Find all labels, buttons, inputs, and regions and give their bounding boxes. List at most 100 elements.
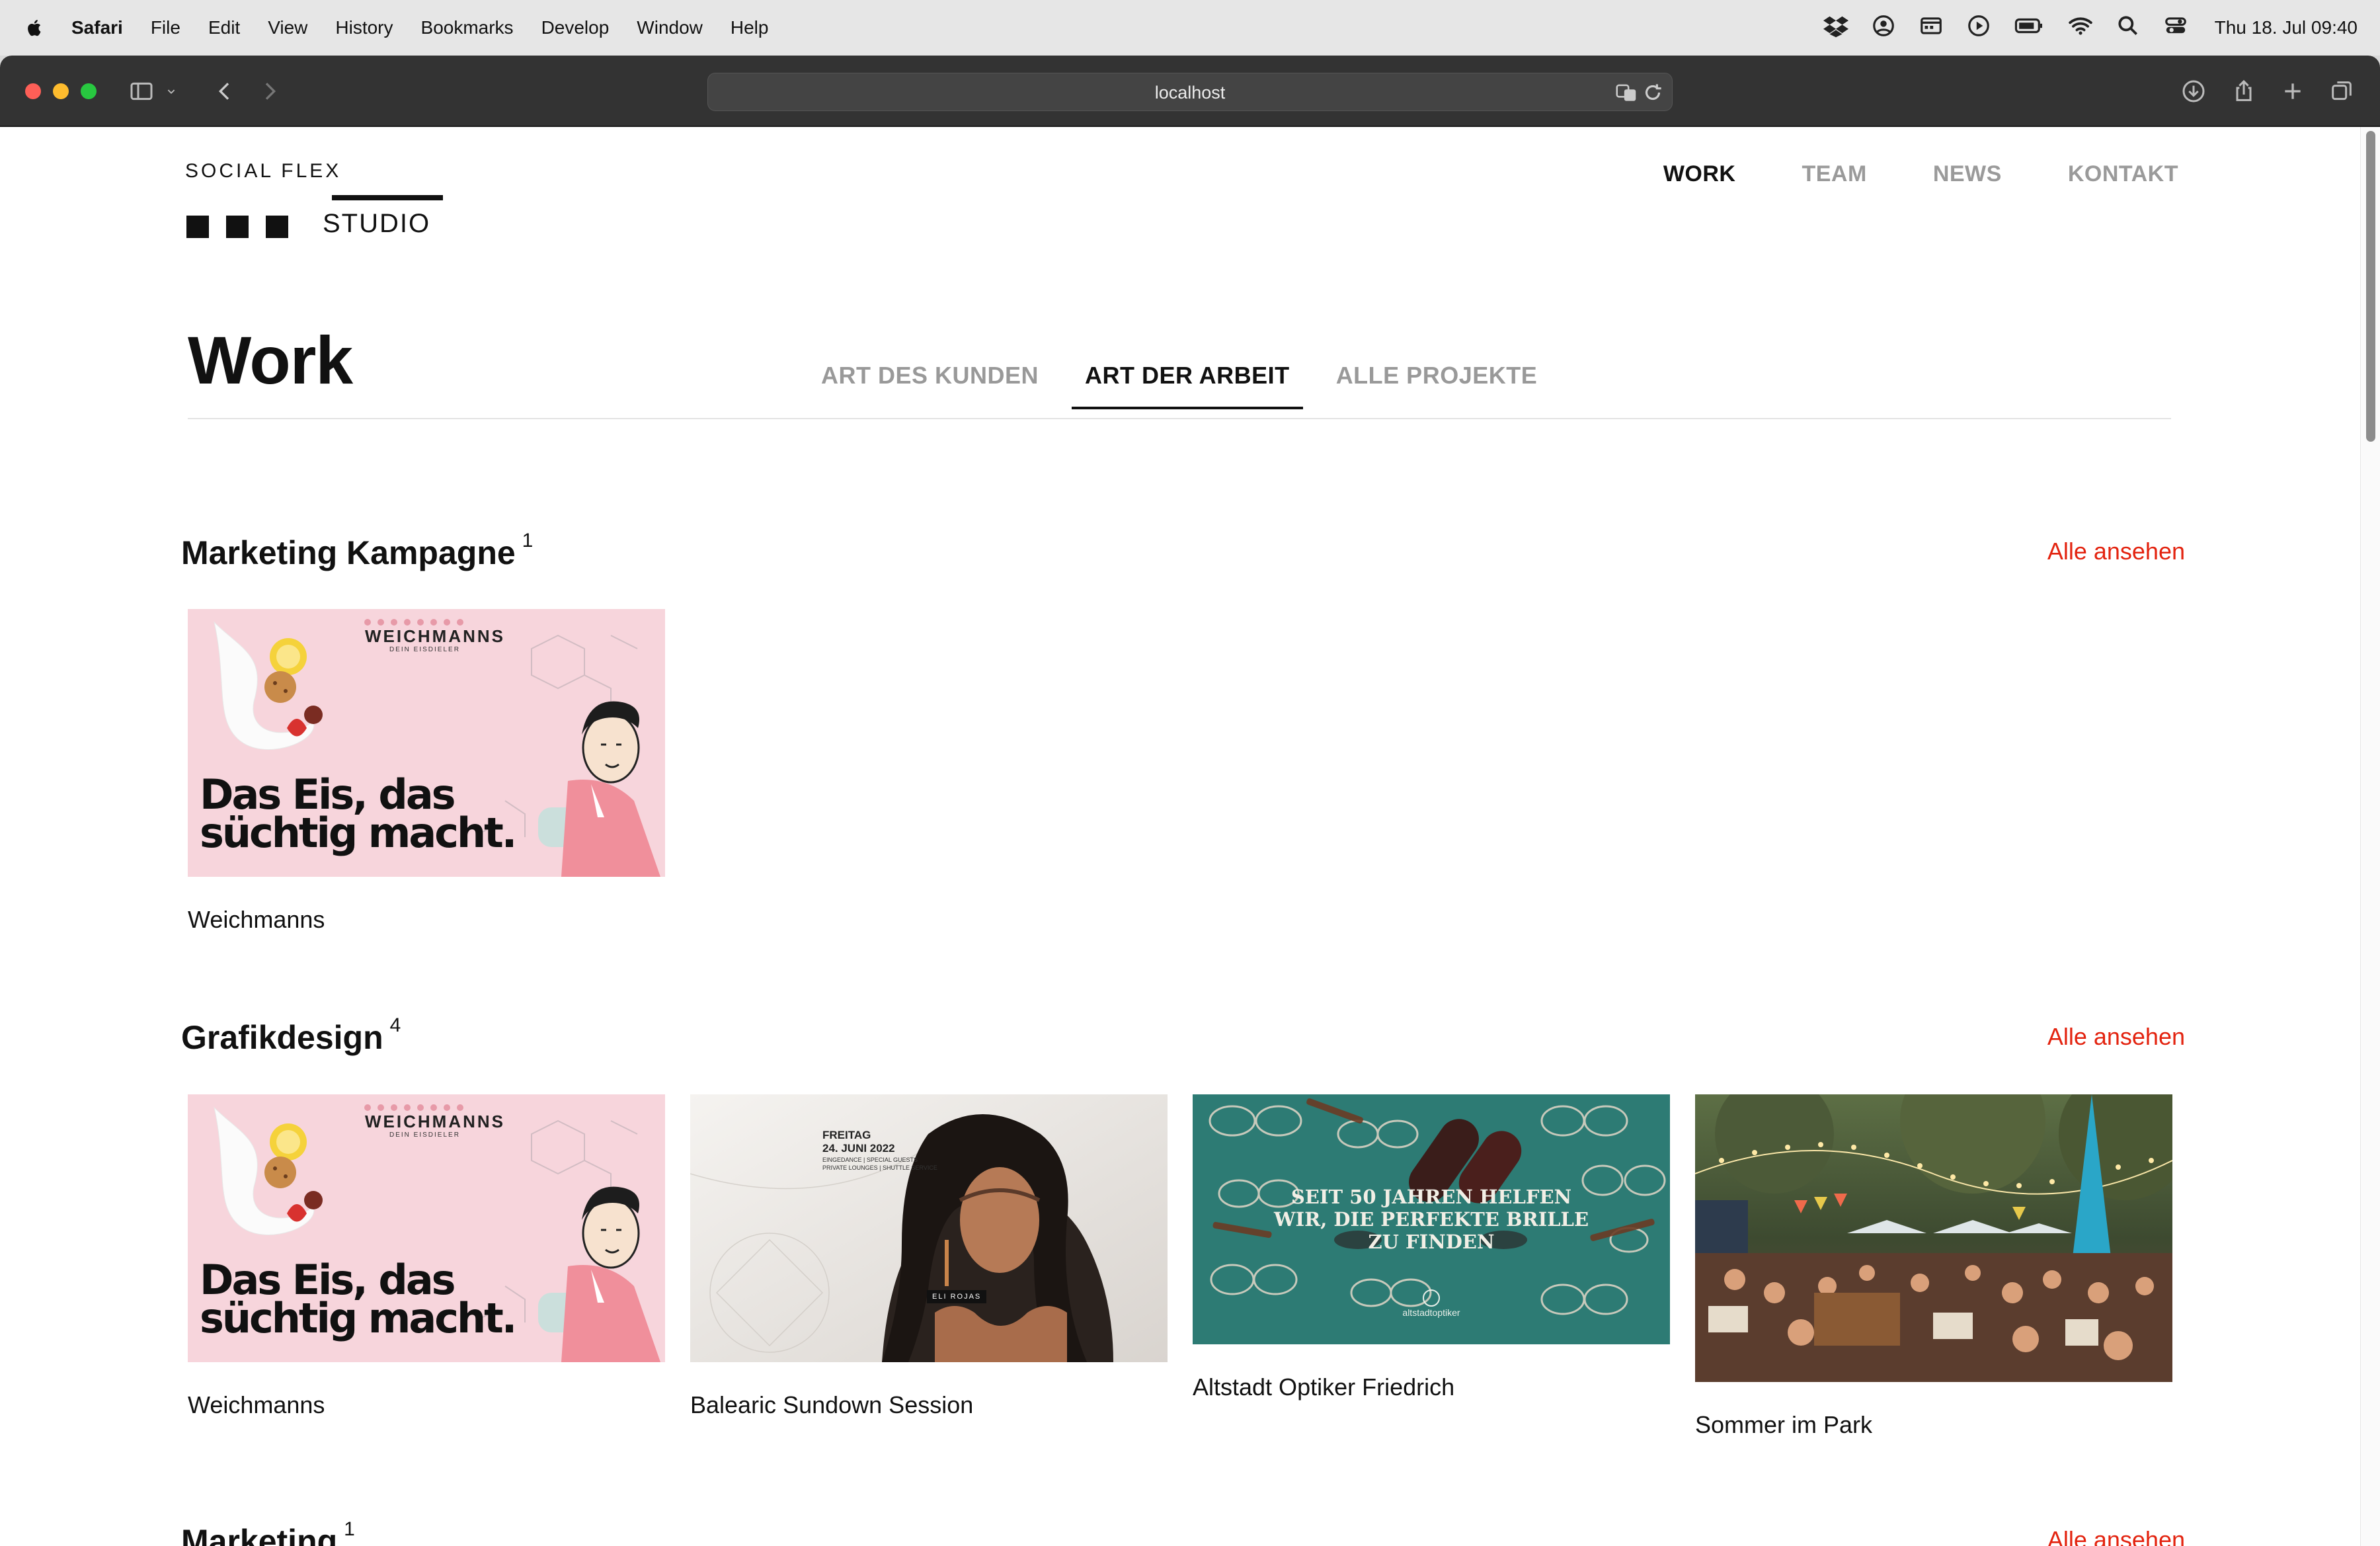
project-card-sommer-im-park[interactable]: Sommer im Park bbox=[1695, 1094, 2172, 1439]
minimize-window-button[interactable] bbox=[53, 83, 69, 99]
dropbox-icon[interactable] bbox=[1823, 13, 1848, 43]
project-card-balearic-sundown-session[interactable]: FREITAG 24. JUNI 2022 EINGEDANCE | SPECI… bbox=[690, 1094, 1168, 1419]
project-thumbnail-weichmanns[interactable]: WEICHMANNS DEIN EISDIELER Das Eis, das sü… bbox=[188, 609, 665, 877]
search-icon[interactable] bbox=[2116, 13, 2141, 43]
menu-edit[interactable]: Edit bbox=[208, 17, 240, 38]
project-caption[interactable]: Sommer im Park bbox=[1695, 1411, 2172, 1439]
logo-square bbox=[186, 216, 209, 238]
weichmanns-brand-text: WEICHMANNS bbox=[365, 1112, 505, 1131]
tab-alle-projekte[interactable]: ALLE PROJEKTE bbox=[1323, 362, 1551, 409]
menu-app-name[interactable]: Safari bbox=[71, 17, 123, 38]
balearic-date-text: 24. JUNI 2022 bbox=[822, 1142, 895, 1155]
weichmanns-headline: Das Eis, das süchtig macht. bbox=[200, 774, 517, 854]
project-caption[interactable]: Balearic Sundown Session bbox=[690, 1391, 1168, 1419]
see-all-link-marketing-kampagne[interactable]: Alle ansehen bbox=[2047, 538, 2185, 565]
menu-help[interactable]: Help bbox=[731, 17, 769, 38]
close-window-button[interactable] bbox=[25, 83, 41, 99]
calendar-icon[interactable] bbox=[1919, 13, 1944, 43]
menu-clock[interactable]: Thu 18. Jul 09:40 bbox=[2215, 17, 2358, 38]
menu-window[interactable]: Window bbox=[637, 17, 703, 38]
control-center-icon[interactable] bbox=[2163, 13, 2188, 43]
page-title: Work bbox=[188, 323, 353, 398]
balearic-detail-text: EINGEDANCE | SPECIAL GUESTS bbox=[822, 1157, 918, 1163]
project-caption[interactable]: Altstadt Optiker Friedrich bbox=[1193, 1373, 1670, 1401]
web-page: SOCIAL FLEX STUDIO WORK TEAM NEWS KONTAK… bbox=[0, 127, 2360, 1546]
section-title-text: Marketing bbox=[181, 1523, 338, 1546]
page-scrollbar[interactable] bbox=[2360, 127, 2380, 1546]
section-title-text: Marketing Kampagne bbox=[181, 534, 516, 571]
sidebar-toggle-icon[interactable] bbox=[127, 78, 156, 104]
back-arrow-icon[interactable] bbox=[210, 78, 239, 104]
menu-history[interactable]: History bbox=[335, 17, 393, 38]
new-tab-icon[interactable] bbox=[2278, 78, 2307, 104]
site-logo[interactable]: SOCIAL FLEX STUDIO bbox=[185, 159, 450, 238]
nav-kontakt[interactable]: KONTAKT bbox=[2068, 161, 2178, 187]
filter-tabs: ART DES KUNDEN ART DER ARBEIT ALLE PROJE… bbox=[821, 362, 1570, 409]
balearic-artist-tag: ELI ROJAS bbox=[927, 1290, 987, 1303]
maximize-window-button[interactable] bbox=[81, 83, 97, 99]
logo-text-top: SOCIAL FLEX bbox=[185, 160, 342, 182]
project-card-weichmanns[interactable]: WEICHMANNS DEIN EISDIELER Das Eis, das sü… bbox=[188, 1094, 665, 1419]
weichmanns-brand-text: WEICHMANNS bbox=[365, 626, 505, 646]
tab-art-der-arbeit[interactable]: ART DER ARBEIT bbox=[1072, 362, 1303, 409]
play-icon[interactable] bbox=[1966, 13, 1991, 43]
address-bar[interactable]: localhost bbox=[707, 73, 1673, 111]
nav-team[interactable]: TEAM bbox=[1802, 161, 1866, 187]
balearic-detail-text: PRIVATE LOUNGES | SHUTTLE SERVICE bbox=[822, 1164, 937, 1171]
section-count: 4 bbox=[389, 1014, 401, 1036]
slogan-line: WIR, DIE PERFEKTE BRILLE bbox=[1273, 1208, 1589, 1231]
section-title-text: Grafikdesign bbox=[181, 1019, 383, 1056]
share-icon[interactable] bbox=[2229, 78, 2258, 104]
nav-news[interactable]: NEWS bbox=[1933, 161, 2002, 187]
logo-square bbox=[226, 216, 249, 238]
wifi-icon[interactable] bbox=[2068, 13, 2093, 43]
battery-icon[interactable] bbox=[2014, 13, 2045, 43]
main-nav: WORK TEAM NEWS KONTAKT bbox=[1663, 161, 2178, 187]
project-caption[interactable]: Weichmanns bbox=[188, 1391, 665, 1419]
macos-menu-bar: Safari File Edit View History Bookmarks … bbox=[0, 0, 2380, 56]
forward-arrow-icon[interactable] bbox=[255, 78, 284, 104]
project-caption[interactable]: Weichmanns bbox=[188, 906, 665, 934]
weichmanns-headline: Das Eis, das süchtig macht. bbox=[200, 1260, 517, 1339]
headline-line: süchtig macht. bbox=[200, 809, 517, 857]
nav-work[interactable]: WORK bbox=[1663, 161, 1736, 187]
scrollbar-thumb[interactable] bbox=[2366, 131, 2375, 442]
project-card-weichmanns[interactable]: WEICHMANNS DEIN EISDIELER Das Eis, das sü… bbox=[188, 609, 665, 934]
weichmanns-sub-text: DEIN EISDIELER bbox=[389, 1131, 460, 1139]
section-count: 1 bbox=[344, 1518, 355, 1540]
slogan-line: SEIT 50 JAHREN HELFEN bbox=[1290, 1186, 1572, 1208]
project-thumbnail-sommer[interactable] bbox=[1695, 1094, 2172, 1382]
section-title-marketing-kampagne: Marketing Kampagne 1 bbox=[181, 530, 533, 572]
logo-square bbox=[266, 216, 288, 238]
menu-view[interactable]: View bbox=[268, 17, 307, 38]
project-thumbnail-optiker[interactable]: SEIT 50 JAHREN HELFEN WIR, DIE PERFEKTE B… bbox=[1193, 1094, 1670, 1344]
project-thumbnail-balearic[interactable]: FREITAG 24. JUNI 2022 EINGEDANCE | SPECI… bbox=[690, 1094, 1168, 1362]
user-circle-icon[interactable] bbox=[1871, 13, 1896, 43]
tab-art-des-kunden[interactable]: ART DES KUNDEN bbox=[821, 362, 1052, 409]
weichmanns-sub-text: DEIN EISDIELER bbox=[389, 646, 460, 653]
browser-toolbar: localhost bbox=[0, 56, 2380, 127]
section-title-grafikdesign: Grafikdesign 4 bbox=[181, 1014, 401, 1057]
section-count: 1 bbox=[522, 530, 534, 551]
reload-icon[interactable] bbox=[1640, 80, 1665, 105]
tab-overview-icon[interactable] bbox=[2327, 78, 2356, 104]
apple-icon[interactable] bbox=[25, 15, 49, 41]
optiker-logo-text: altstadtoptiker bbox=[1402, 1307, 1460, 1318]
menu-bookmarks[interactable]: Bookmarks bbox=[421, 17, 514, 38]
balearic-day-text: FREITAG bbox=[822, 1129, 871, 1141]
download-icon[interactable] bbox=[2179, 78, 2208, 104]
url-text[interactable]: localhost bbox=[708, 73, 1672, 112]
see-all-link-grafikdesign[interactable]: Alle ansehen bbox=[2047, 1023, 2185, 1051]
menu-develop[interactable]: Develop bbox=[541, 17, 610, 38]
logo-bar bbox=[332, 195, 443, 200]
translate-icon[interactable] bbox=[1614, 80, 1639, 105]
menu-file[interactable]: File bbox=[151, 17, 180, 38]
logo-text-bottom: STUDIO bbox=[323, 209, 431, 238]
project-thumbnail-weichmanns[interactable]: WEICHMANNS DEIN EISDIELER Das Eis, das sü… bbox=[188, 1094, 665, 1362]
see-all-link-marketing[interactable]: Alle ansehen bbox=[2047, 1526, 2185, 1546]
project-card-altstadt-optiker-friedrich[interactable]: SEIT 50 JAHREN HELFEN WIR, DIE PERFEKTE B… bbox=[1193, 1094, 1670, 1401]
optiker-slogan: SEIT 50 JAHREN HELFEN WIR, DIE PERFEKTE B… bbox=[1193, 1186, 1670, 1253]
headline-line: süchtig macht. bbox=[200, 1294, 517, 1342]
slogan-line: ZU FINDEN bbox=[1368, 1231, 1495, 1253]
chevron-down-icon[interactable] bbox=[164, 78, 178, 104]
